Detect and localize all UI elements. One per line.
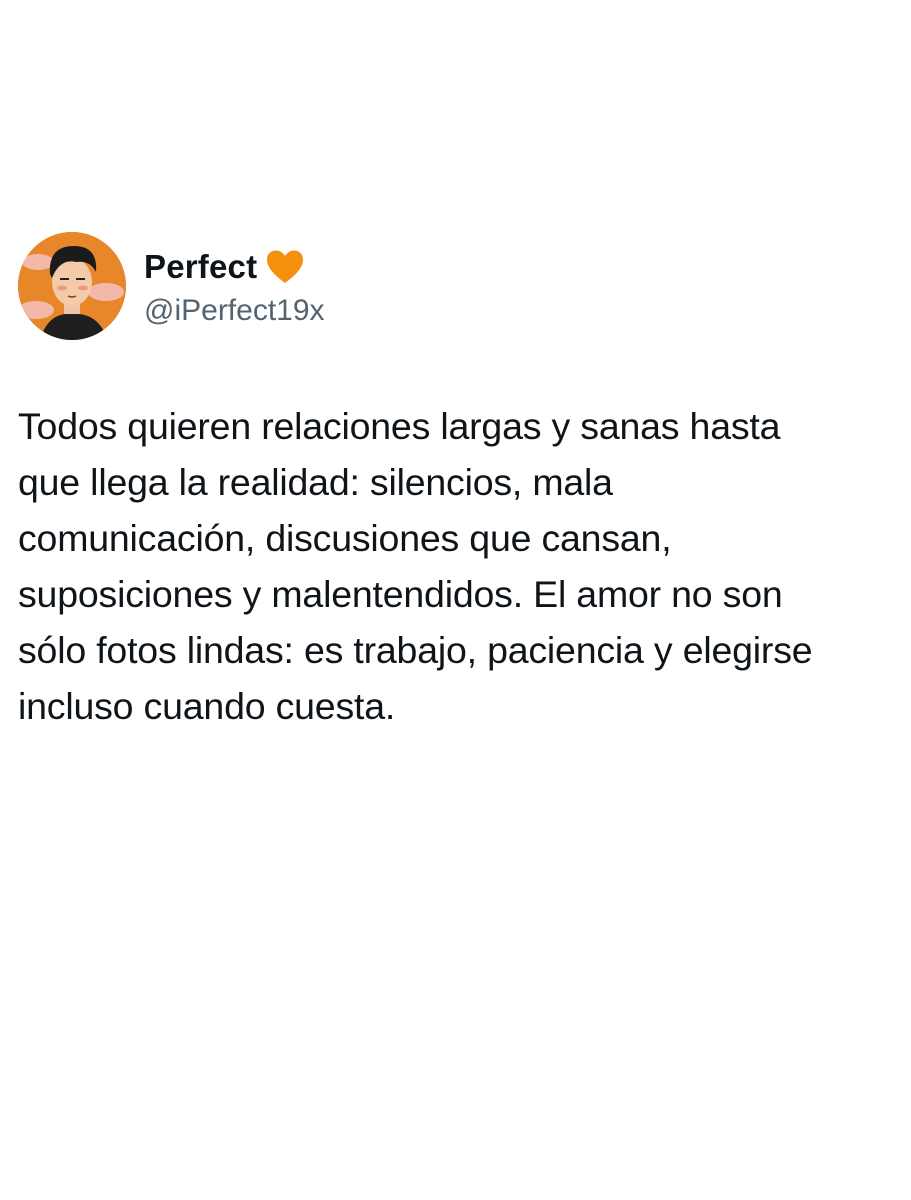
name-row: Perfect xyxy=(144,244,325,290)
tweet-header: Perfect @iPerfect19x xyxy=(18,232,893,340)
author-handle[interactable]: @iPerfect19x xyxy=(144,294,325,328)
tweet-card: Perfect @iPerfect19x Todos quieren relac… xyxy=(18,232,893,734)
tweet-text: Todos quieren relaciones largas y sanas … xyxy=(18,405,813,727)
avatar-illustration-icon xyxy=(18,232,126,340)
avatar[interactable] xyxy=(18,232,126,340)
orange-heart-icon xyxy=(265,249,305,285)
display-name[interactable]: Perfect xyxy=(144,248,257,286)
author-info: Perfect @iPerfect19x xyxy=(144,244,325,328)
